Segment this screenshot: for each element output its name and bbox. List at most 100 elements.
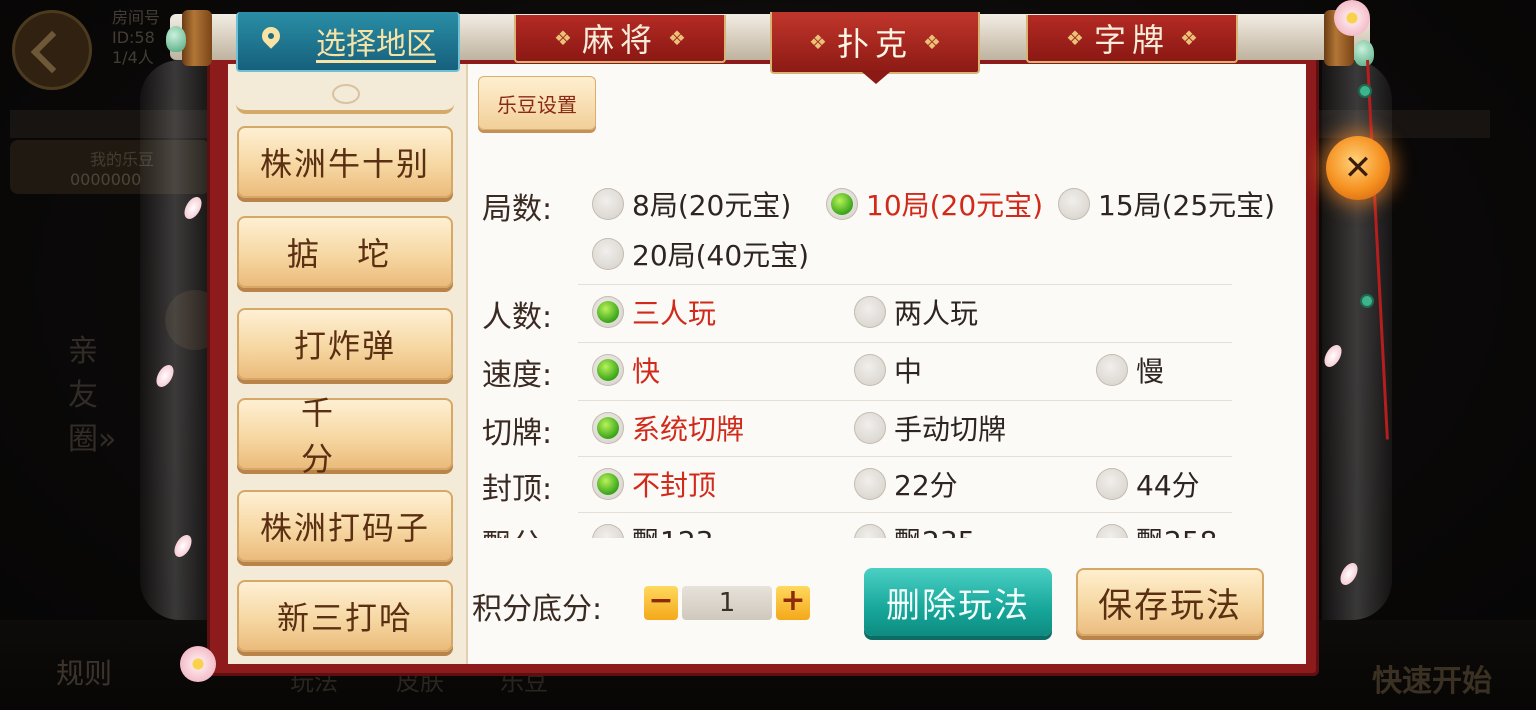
option-speed-fast[interactable]: 快 (592, 352, 660, 388)
game-button-diantuo[interactable]: 掂 坨 (237, 216, 453, 288)
option-label: 快 (632, 355, 661, 388)
option-label: 手动切牌 (894, 413, 1007, 446)
radio-icon (1096, 468, 1128, 500)
ornament-icon: ❖ (668, 26, 686, 50)
radio-icon (854, 524, 886, 538)
radio-selected-icon (592, 412, 624, 444)
option-label: 系统切牌 (632, 413, 745, 446)
option-8-rounds[interactable]: 8局(20元宝) (592, 186, 791, 222)
close-icon: ✕ (1343, 148, 1373, 188)
radio-selected-icon (826, 188, 858, 220)
option-speed-slow[interactable]: 慢 (1096, 352, 1164, 388)
tab-zipai[interactable]: ❖ 字牌 ❖ (1026, 15, 1238, 63)
game-button-dazhadan[interactable]: 打炸弹 (237, 308, 453, 380)
ledou-settings-button[interactable]: 乐豆设置 (478, 76, 596, 130)
base-score-value: 1 (682, 586, 772, 620)
radio-icon (592, 188, 624, 220)
divider (578, 400, 1232, 401)
float-label: 飘分: (482, 520, 552, 538)
game-button-qianfen[interactable]: 千 分 (237, 394, 453, 478)
option-label: 10局(20元宝) (866, 189, 1044, 222)
tab-poker[interactable]: ❖ 扑克 ❖ (770, 12, 980, 84)
tab-zipai-label: 字牌 (1093, 21, 1170, 59)
ornament-icon: ❖ (809, 30, 827, 54)
base-score-stepper: − 1 + (644, 586, 810, 620)
radio-selected-icon (592, 296, 624, 328)
cut-label: 切牌: (482, 416, 553, 451)
option-label: 中 (894, 355, 923, 388)
option-speed-medium[interactable]: 中 (854, 352, 922, 388)
option-float-235[interactable]: 飘235 (854, 522, 975, 538)
bead-icon (1358, 84, 1372, 98)
tab-poker-label: 扑克 (836, 25, 913, 63)
radio-icon (1058, 188, 1090, 220)
divider (578, 342, 1232, 343)
option-label: 两人玩 (894, 297, 979, 330)
tab-mahjong[interactable]: ❖ 麻将 ❖ (514, 15, 726, 63)
tab-mahjong-label: 麻将 (581, 21, 658, 59)
increment-button[interactable]: + (776, 586, 810, 620)
settings-scroll-area[interactable]: 局数: 8局(20元宝) 10局(20元宝) 15局(25元宝) 20局(40元… (470, 170, 1290, 538)
radio-icon (854, 296, 886, 328)
scroll-end-left (182, 10, 212, 66)
radio-icon (854, 354, 886, 386)
option-manual-cut[interactable]: 手动切牌 (854, 410, 1006, 446)
option-label: 三人玩 (632, 297, 717, 330)
option-float-123[interactable]: 飘123 (592, 522, 713, 538)
radio-selected-icon (592, 468, 624, 500)
tassel-decoration (1356, 59, 1389, 440)
option-label: 飘123 (632, 520, 713, 538)
option-float-258[interactable]: 飘258 (1096, 522, 1217, 538)
jade-ornament-icon (166, 26, 186, 52)
ornament-icon: ❖ (554, 26, 572, 50)
option-20-rounds[interactable]: 20局(40元宝) (592, 236, 809, 272)
blossom-icon (1334, 0, 1370, 36)
option-cap-44[interactable]: 44分 (1096, 466, 1200, 502)
option-label: 44分 (1136, 469, 1200, 502)
option-no-cap[interactable]: 不封顶 (592, 466, 716, 502)
sidebar-top-ornament (236, 70, 454, 114)
ornament-icon: ❖ (923, 30, 941, 54)
save-ruleset-button[interactable]: 保存玩法 (1076, 568, 1264, 636)
option-two-players[interactable]: 两人玩 (854, 294, 978, 330)
select-region-label: 选择地区 (316, 27, 436, 62)
radio-icon (592, 238, 624, 270)
decrement-button[interactable]: − (644, 586, 678, 620)
radio-icon (592, 524, 624, 538)
rounds-label: 局数: (482, 192, 553, 227)
option-15-rounds[interactable]: 15局(25元宝) (1058, 186, 1275, 222)
game-button-zhuzhou-niushibie[interactable]: 株洲牛十别 (237, 126, 453, 198)
option-label: 不封顶 (632, 469, 717, 502)
option-label: 飘258 (1136, 520, 1217, 538)
option-cap-22[interactable]: 22分 (854, 466, 958, 502)
left-curtain-decoration (140, 60, 210, 620)
option-three-players[interactable]: 三人玩 (592, 294, 716, 330)
base-score-label: 积分底分: (472, 592, 603, 627)
select-region-tab[interactable]: 选择地区 (236, 12, 460, 72)
players-label: 人数: (482, 300, 553, 335)
divider (578, 456, 1232, 457)
ornament-icon: ❖ (1066, 26, 1084, 50)
radio-icon (1096, 354, 1128, 386)
option-label: 慢 (1136, 355, 1165, 388)
delete-ruleset-button[interactable]: 删除玩法 (864, 568, 1052, 636)
option-system-cut[interactable]: 系统切牌 (592, 410, 744, 446)
option-label: 20局(40元宝) (632, 239, 810, 272)
radio-selected-icon (592, 354, 624, 386)
ornament-icon: ❖ (1180, 26, 1198, 50)
divider (578, 284, 1232, 285)
option-label: 飘235 (894, 520, 975, 538)
blossom-icon (180, 646, 216, 682)
close-button[interactable]: ✕ (1326, 136, 1390, 200)
radio-icon (854, 412, 886, 444)
knot-icon (332, 84, 360, 104)
location-pin-icon (260, 27, 282, 55)
bead-icon (1360, 294, 1374, 308)
option-10-rounds[interactable]: 10局(20元宝) (826, 186, 1043, 222)
divider (578, 512, 1232, 513)
option-label: 8局(20元宝) (632, 189, 792, 222)
option-label: 15局(25元宝) (1098, 189, 1276, 222)
radio-icon (1096, 524, 1128, 538)
game-button-xinsan-daha[interactable]: 新三打哈 (237, 580, 453, 652)
game-button-zhuzhou-damazi[interactable]: 株洲打码子 (237, 490, 453, 562)
